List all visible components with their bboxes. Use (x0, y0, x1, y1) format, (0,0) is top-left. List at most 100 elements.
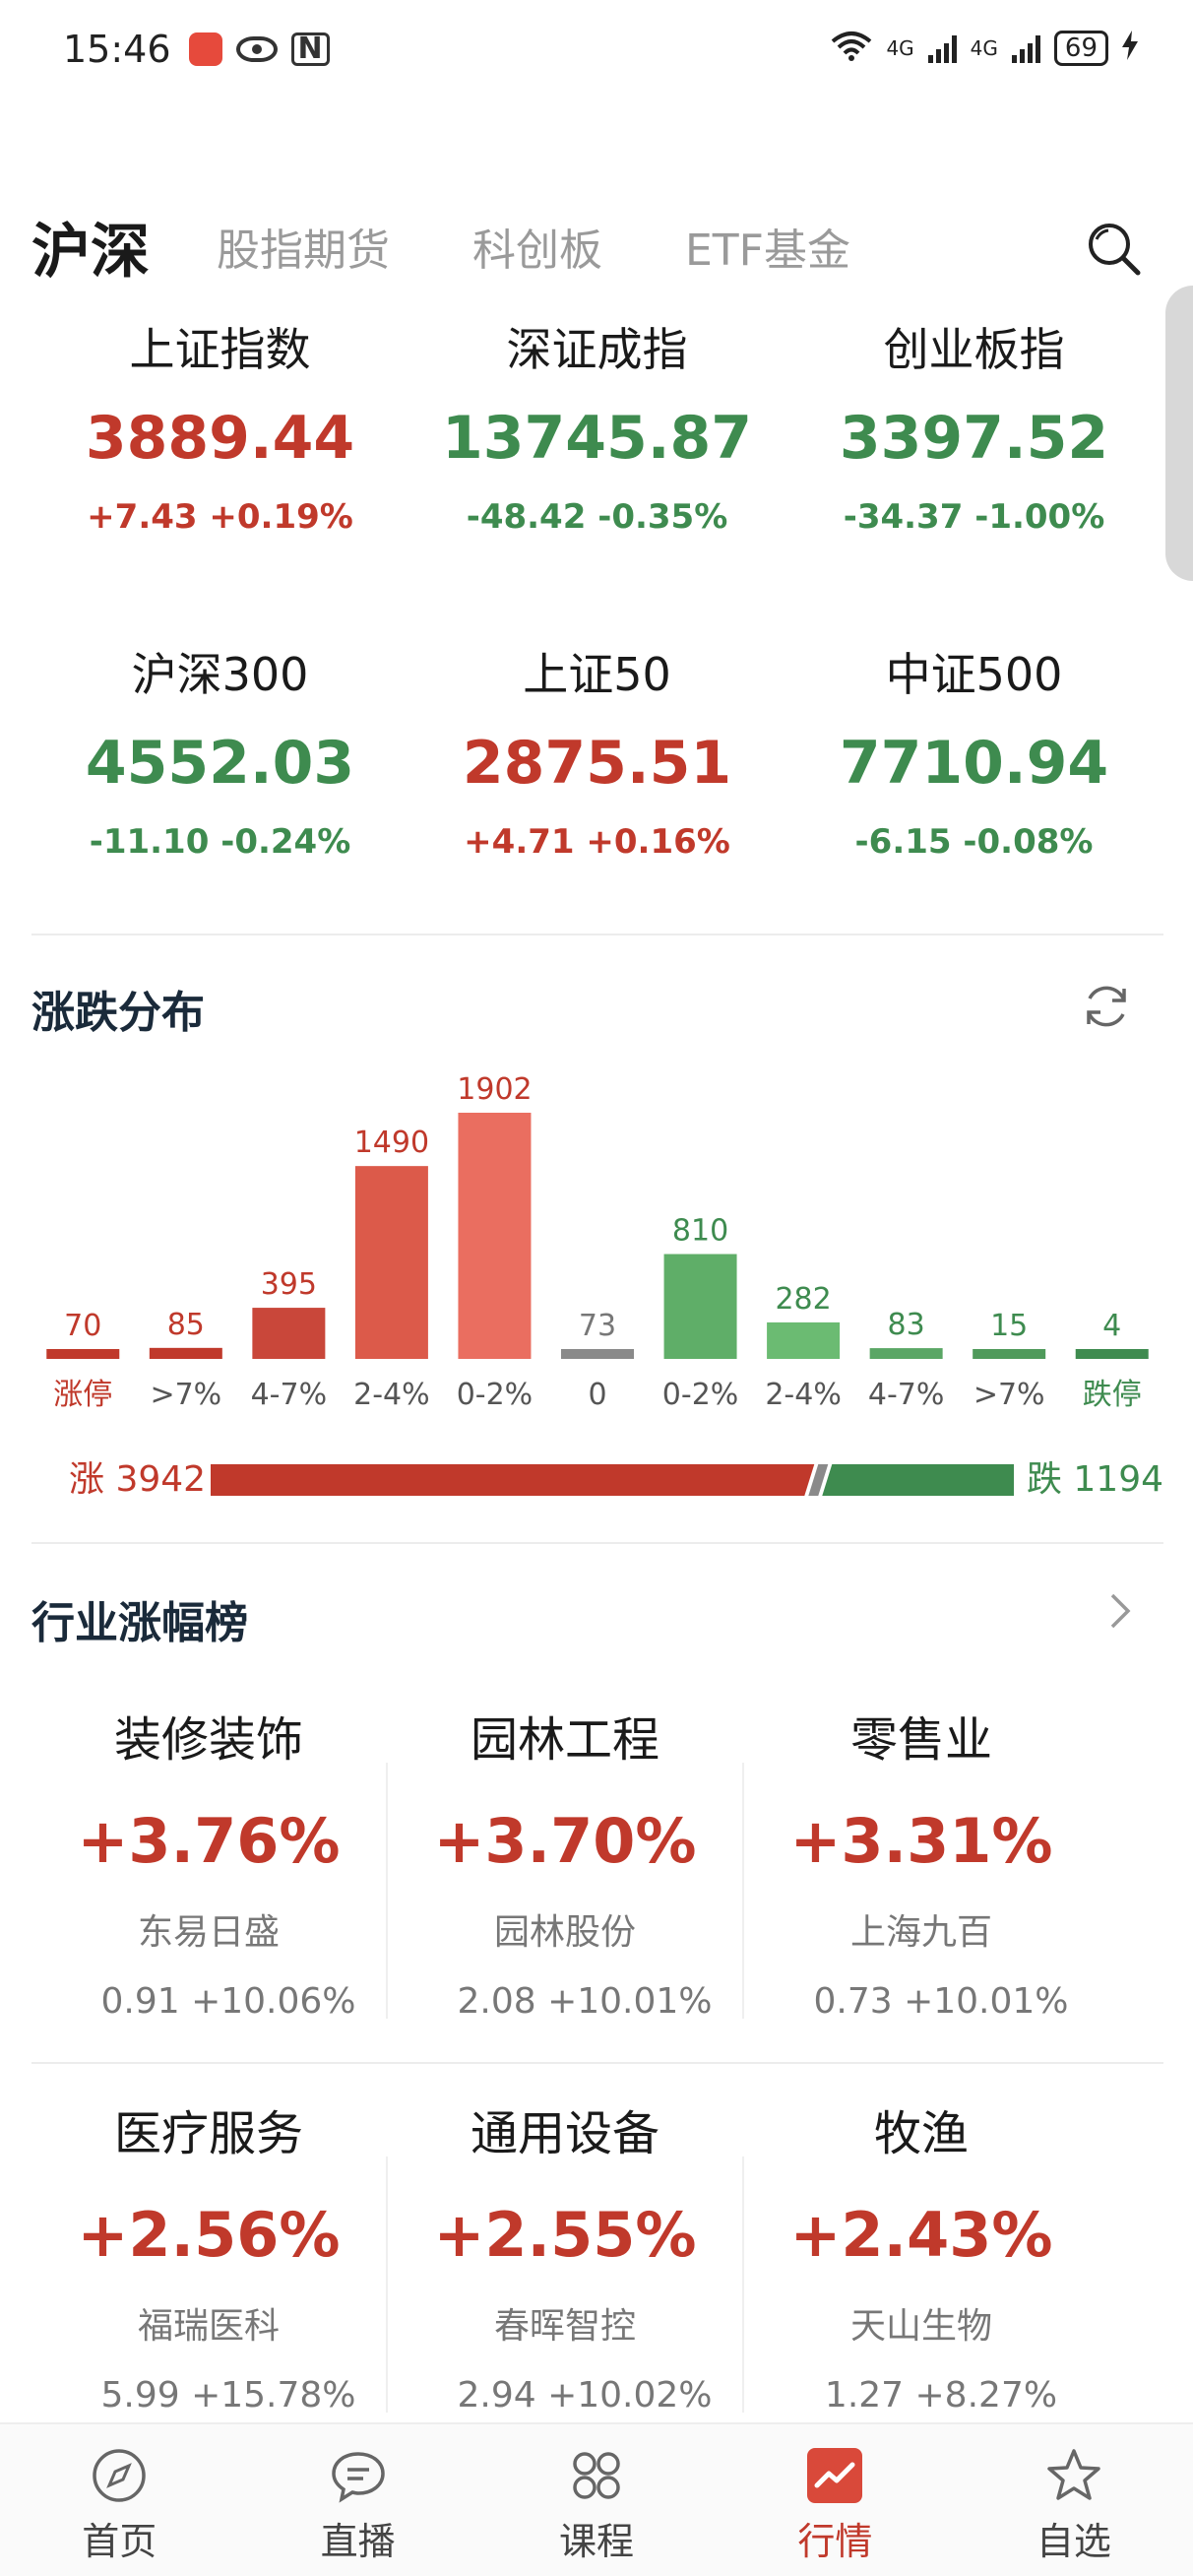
bar-category-label: 0 (588, 1378, 606, 1412)
index-change: -6.15 -0.08% (854, 822, 1094, 862)
index-value: 3889.44 (85, 404, 355, 473)
tab-star-market[interactable]: 科创板 (472, 215, 602, 278)
industry-name: 牧渔 (873, 2106, 969, 2161)
divider (31, 1542, 1163, 1544)
index-change: +7.43 +0.19% (87, 497, 353, 537)
refresh-icon[interactable] (1081, 981, 1132, 1032)
leading-stock-quote: 0.73 +10.01% (813, 1981, 1069, 2022)
leading-stock-quote: 2.08 +10.01% (457, 1981, 713, 2022)
nav-label: 自选 (1036, 2520, 1111, 2563)
bar-category-label: 2-4% (353, 1378, 430, 1412)
index-change: -34.37 -1.00% (843, 497, 1105, 537)
industry-change: +2.43% (789, 2199, 1053, 2271)
eye-icon (235, 36, 278, 62)
chart-icon (807, 2448, 863, 2503)
bar-value-label: 1902 (457, 1073, 532, 1107)
index-change: -11.10 -0.24% (89, 822, 351, 862)
status-time: 15:46 (63, 28, 171, 71)
index-value: 2875.51 (462, 729, 732, 798)
industry-name: 园林工程 (470, 1712, 659, 1768)
leading-stock: 园林股份 (493, 1912, 636, 1953)
tab-hushen[interactable]: 沪深 (31, 204, 150, 290)
index-card[interactable]: 创业板指 3397.52 -34.37 -1.00% (785, 315, 1162, 640)
index-card[interactable]: 中证500 7710.94 -6.15 -0.08% (785, 640, 1162, 965)
index-change: -48.42 -0.35% (466, 497, 728, 537)
up-ratio-segment (211, 1464, 815, 1496)
index-name: 沪深300 (131, 648, 309, 701)
industry-card[interactable]: 园林工程 +3.70% 园林股份 2.08 +10.01% (388, 1694, 742, 2088)
signal-icon (1011, 33, 1040, 63)
industry-name: 零售业 (849, 1712, 992, 1768)
distribution-bar (973, 1349, 1046, 1359)
distribution-bar (561, 1349, 634, 1359)
search-icon[interactable] (1085, 220, 1144, 279)
bar-category-label: 0-2% (662, 1378, 739, 1412)
distribution-bar (252, 1308, 326, 1359)
nav-market[interactable]: 行情 (716, 2424, 954, 2576)
distribution-bar (458, 1113, 532, 1359)
industry-card[interactable]: 装修装饰 +3.76% 东易日盛 0.91 +10.06% (31, 1694, 386, 2088)
bar-value-label: 810 (672, 1214, 728, 1249)
bar-category-label: 涨停 (53, 1378, 112, 1412)
leading-stock-quote: 5.99 +15.78% (100, 2375, 356, 2415)
bar-value-label: 4 (1102, 1309, 1121, 1343)
index-card[interactable]: 深证成指 13745.87 -48.42 -0.35% (408, 315, 785, 640)
bar-value-label: 73 (579, 1309, 616, 1343)
bar-category-label: >7% (150, 1378, 221, 1412)
battery-level: 69 (1053, 30, 1108, 66)
chat-bubble-icon (331, 2452, 385, 2503)
bottom-nav: 首页 直播 课程 行情 自选 (0, 2422, 1193, 2576)
distribution-bar (767, 1321, 841, 1359)
tab-index-futures[interactable]: 股指期货 (217, 215, 390, 278)
nav-label: 首页 (82, 2520, 157, 2563)
index-name: 上证50 (523, 648, 671, 701)
nav-live[interactable]: 直播 (238, 2424, 476, 2576)
divider (31, 934, 1163, 935)
index-change: +4.71 +0.16% (464, 822, 730, 862)
down-ratio-segment (822, 1464, 1014, 1496)
network-label: 4G (970, 35, 998, 60)
industry-card[interactable]: 零售业 +3.31% 上海九百 0.73 +10.01% (744, 1694, 1099, 2088)
index-card[interactable]: 上证指数 3889.44 +7.43 +0.19% (31, 315, 408, 640)
index-name: 中证500 (885, 648, 1063, 701)
chevron-right-icon[interactable] (1100, 1587, 1140, 1635)
side-drawer-handle[interactable] (1165, 286, 1193, 581)
nav-courses[interactable]: 课程 (477, 2424, 716, 2576)
bar-value-label: 282 (775, 1282, 831, 1317)
industry-change: +3.31% (789, 1805, 1053, 1877)
down-count-label: 跌 1194 (1026, 1459, 1163, 1500)
bar-value-label: 1490 (354, 1126, 429, 1160)
leading-stock: 上海九百 (849, 1912, 992, 1953)
compass-icon (93, 2449, 146, 2502)
bar-category-label: 跌停 (1083, 1378, 1142, 1412)
nav-watchlist[interactable]: 自选 (955, 2424, 1193, 2576)
bar-value-label: 85 (167, 1308, 205, 1342)
ratio-bar-graphic (211, 1464, 1014, 1496)
index-name: 深证成指 (506, 323, 688, 376)
industry-change: +2.55% (433, 2199, 697, 2271)
industry-name: 装修装饰 (113, 1712, 303, 1768)
bar-category-label: 2-4% (765, 1378, 842, 1412)
index-card[interactable]: 上证50 2875.51 +4.71 +0.16% (408, 640, 785, 965)
industry-change: +3.76% (77, 1805, 341, 1877)
distribution-chart: 70 涨停 85 >7% 395 4-7% 1490 2-4% 1902 0-2% 73 0 810 0-… (46, 1073, 1149, 1412)
nav-home[interactable]: 首页 (0, 2424, 238, 2576)
bar-category-label: 4-7% (868, 1378, 945, 1412)
nav-label: 课程 (559, 2520, 635, 2563)
leading-stock: 福瑞医科 (137, 2306, 280, 2347)
star-icon (1047, 2449, 1100, 2500)
index-card[interactable]: 沪深300 4552.03 -11.10 -0.24% (31, 640, 408, 965)
tab-etf[interactable]: ETF基金 (685, 215, 850, 278)
industry-name: 通用设备 (470, 2106, 659, 2161)
bar-category-label: >7% (973, 1378, 1045, 1412)
distribution-bar (1075, 1349, 1149, 1359)
bar-value-label: 70 (64, 1309, 101, 1343)
leading-stock-quote: 1.27 +8.27% (824, 2375, 1058, 2415)
leading-stock: 天山生物 (849, 2306, 992, 2347)
index-name: 创业板指 (883, 323, 1065, 376)
industry-row: 装修装饰 +3.76% 东易日盛 0.91 +10.06% 园林工程 +3.70… (31, 1694, 1163, 2088)
signal-icon (927, 33, 957, 63)
leading-stock-quote: 0.91 +10.06% (100, 1981, 356, 2022)
nav-label: 直播 (320, 2520, 396, 2563)
leading-stock: 东易日盛 (137, 1912, 280, 1953)
